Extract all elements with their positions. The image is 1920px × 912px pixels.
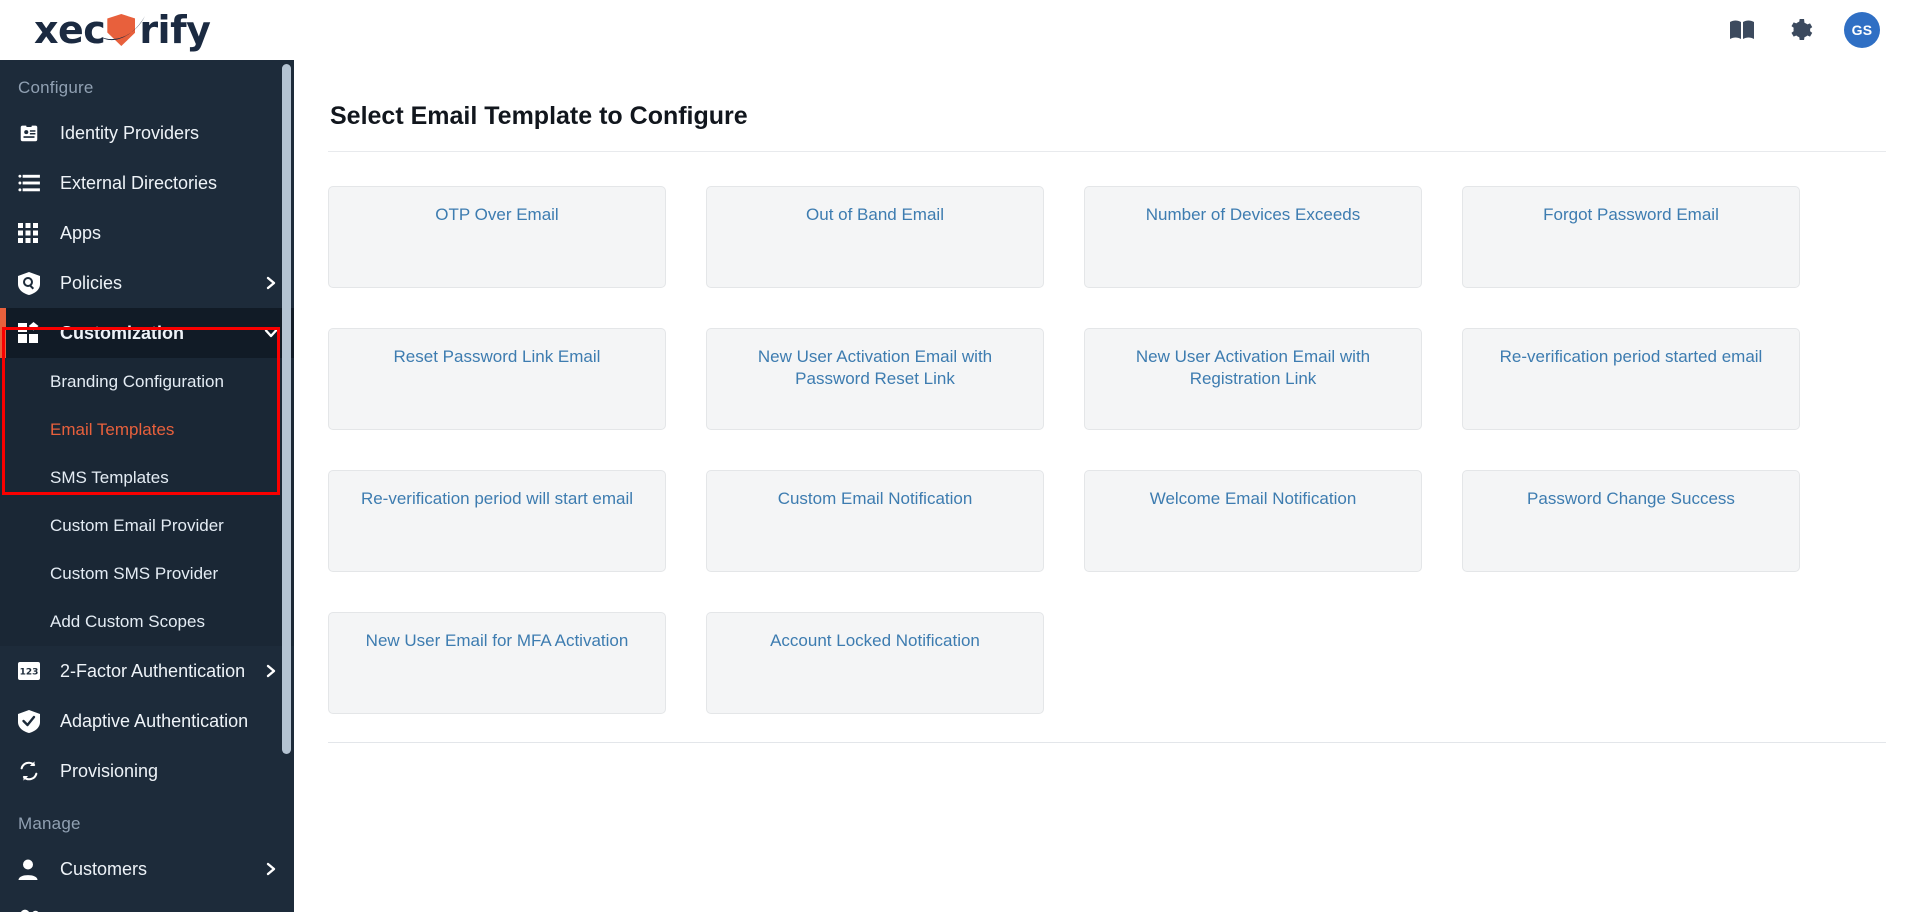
app-logo[interactable]: xec rify <box>34 0 211 60</box>
sidebar-item-policies[interactable]: Policies <box>0 258 294 308</box>
template-card-reset-password-link-email[interactable]: Reset Password Link Email <box>328 328 666 430</box>
sidebar-sublabel: Custom SMS Provider <box>50 564 219 583</box>
template-card-out-of-band-email[interactable]: Out of Band Email <box>706 186 1044 288</box>
sidebar-item-adaptive-authentication[interactable]: Adaptive Authentication <box>0 696 294 746</box>
template-card-number-of-devices-exceeds[interactable]: Number of Devices Exceeds <box>1084 186 1422 288</box>
sidebar-item-customers[interactable]: Customers <box>0 844 294 894</box>
logo-wordmark: xec rify <box>34 8 211 52</box>
template-card-new-user-activation-password-reset-link[interactable]: New User Activation Email with Password … <box>706 328 1044 430</box>
template-card-otp-over-email[interactable]: OTP Over Email <box>328 186 666 288</box>
sidebar-label: 2-Factor Authentication <box>60 660 246 681</box>
sidebar-subitem-email-templates[interactable]: Email Templates <box>0 406 294 454</box>
top-bar: xec rify GS <box>0 0 1920 60</box>
sidebar-label: Identity Providers <box>60 122 200 143</box>
main-content: Select Email Template to Configure OTP O… <box>294 60 1920 912</box>
shield-check-icon <box>18 709 44 733</box>
directory-list-icon <box>18 171 44 195</box>
sidebar-label: External Directories <box>60 172 218 193</box>
sidebar-label: Provisioning <box>60 760 159 781</box>
sidebar-sublabel: Email Templates <box>50 420 175 439</box>
sidebar-section-manage: Manage <box>18 814 81 833</box>
sidebar-label: Customization <box>60 322 184 343</box>
sync-arrows-icon <box>18 759 44 783</box>
id-badge-icon <box>18 121 44 145</box>
top-bar-actions: GS <box>1728 12 1880 48</box>
template-card-new-user-email-for-mfa-activation[interactable]: New User Email for MFA Activation <box>328 612 666 714</box>
sidebar: Configure Identity Providers External Di… <box>0 60 294 912</box>
documentation-icon[interactable] <box>1728 16 1756 44</box>
shield-search-icon <box>18 271 44 295</box>
sidebar-subitem-sms-templates[interactable]: SMS Templates <box>0 454 294 502</box>
svg-text:123: 123 <box>20 668 39 678</box>
user-icon <box>18 857 44 881</box>
sidebar-item-external-directories[interactable]: External Directories <box>0 158 294 208</box>
logo-shield-icon <box>101 10 146 50</box>
template-card-welcome-email-notification[interactable]: Welcome Email Notification <box>1084 470 1422 572</box>
template-card-account-locked-notification[interactable]: Account Locked Notification <box>706 612 1044 714</box>
sidebar-item-customization[interactable]: Customization <box>0 308 294 358</box>
template-card-custom-email-notification[interactable]: Custom Email Notification <box>706 470 1044 572</box>
sidebar-item-users[interactable]: Users <box>0 894 294 912</box>
chevron-right-icon <box>264 862 278 876</box>
page-title: Select Email Template to Configure <box>328 84 1886 152</box>
template-card-password-change-success[interactable]: Password Change Success <box>1462 470 1800 572</box>
email-template-grid: OTP Over Email Out of Band Email Number … <box>328 152 1886 714</box>
chevron-right-icon <box>264 664 278 678</box>
sidebar-subitem-custom-email-provider[interactable]: Custom Email Provider <box>0 502 294 550</box>
logo-text-prefix: xec <box>34 8 106 52</box>
users-icon <box>18 907 44 912</box>
sidebar-subitem-branding-configuration[interactable]: Branding Configuration <box>0 358 294 406</box>
template-card-re-verification-period-will-start[interactable]: Re-verification period will start email <box>328 470 666 572</box>
sidebar-sublabel: Custom Email Provider <box>50 516 224 535</box>
sidebar-item-provisioning[interactable]: Provisioning <box>0 746 294 796</box>
sidebar-sublabel: SMS Templates <box>50 468 169 487</box>
sidebar-label: Users <box>60 909 264 912</box>
chevron-down-icon <box>264 326 278 340</box>
sidebar-sublabel: Add Custom Scopes <box>50 612 205 631</box>
sidebar-label: Customers <box>60 858 148 879</box>
template-card-new-user-activation-registration-link[interactable]: New User Activation Email with Registrat… <box>1084 328 1422 430</box>
sidebar-section-configure: Configure <box>18 78 94 97</box>
sidebar-sublabel: Branding Configuration <box>50 372 224 391</box>
template-card-forgot-password-email[interactable]: Forgot Password Email <box>1462 186 1800 288</box>
sidebar-item-identity-providers[interactable]: Identity Providers <box>0 108 294 158</box>
user-avatar[interactable]: GS <box>1844 12 1880 48</box>
sidebar-label: Policies <box>60 272 123 293</box>
sidebar-item-2-factor-authentication[interactable]: 123 2-Factor Authentication <box>0 646 294 696</box>
numeric-123-icon: 123 <box>18 659 44 683</box>
email-templates-panel: Select Email Template to Configure OTP O… <box>328 84 1886 743</box>
sidebar-label: Apps <box>60 222 102 243</box>
sidebar-subitem-add-custom-scopes[interactable]: Add Custom Scopes <box>0 598 294 646</box>
settings-gear-icon[interactable] <box>1786 16 1814 44</box>
sidebar-label: Adaptive Authentication <box>60 710 249 731</box>
chevron-right-icon <box>264 276 278 290</box>
sidebar-subitem-custom-sms-provider[interactable]: Custom SMS Provider <box>0 550 294 598</box>
template-card-re-verification-period-started[interactable]: Re-verification period started email <box>1462 328 1800 430</box>
sidebar-scrollbar[interactable] <box>282 64 291 754</box>
apps-grid-icon <box>18 221 44 245</box>
sidebar-item-apps[interactable]: Apps <box>0 208 294 258</box>
logo-text-suffix: rify <box>139 8 211 52</box>
customization-blocks-icon <box>18 321 44 345</box>
